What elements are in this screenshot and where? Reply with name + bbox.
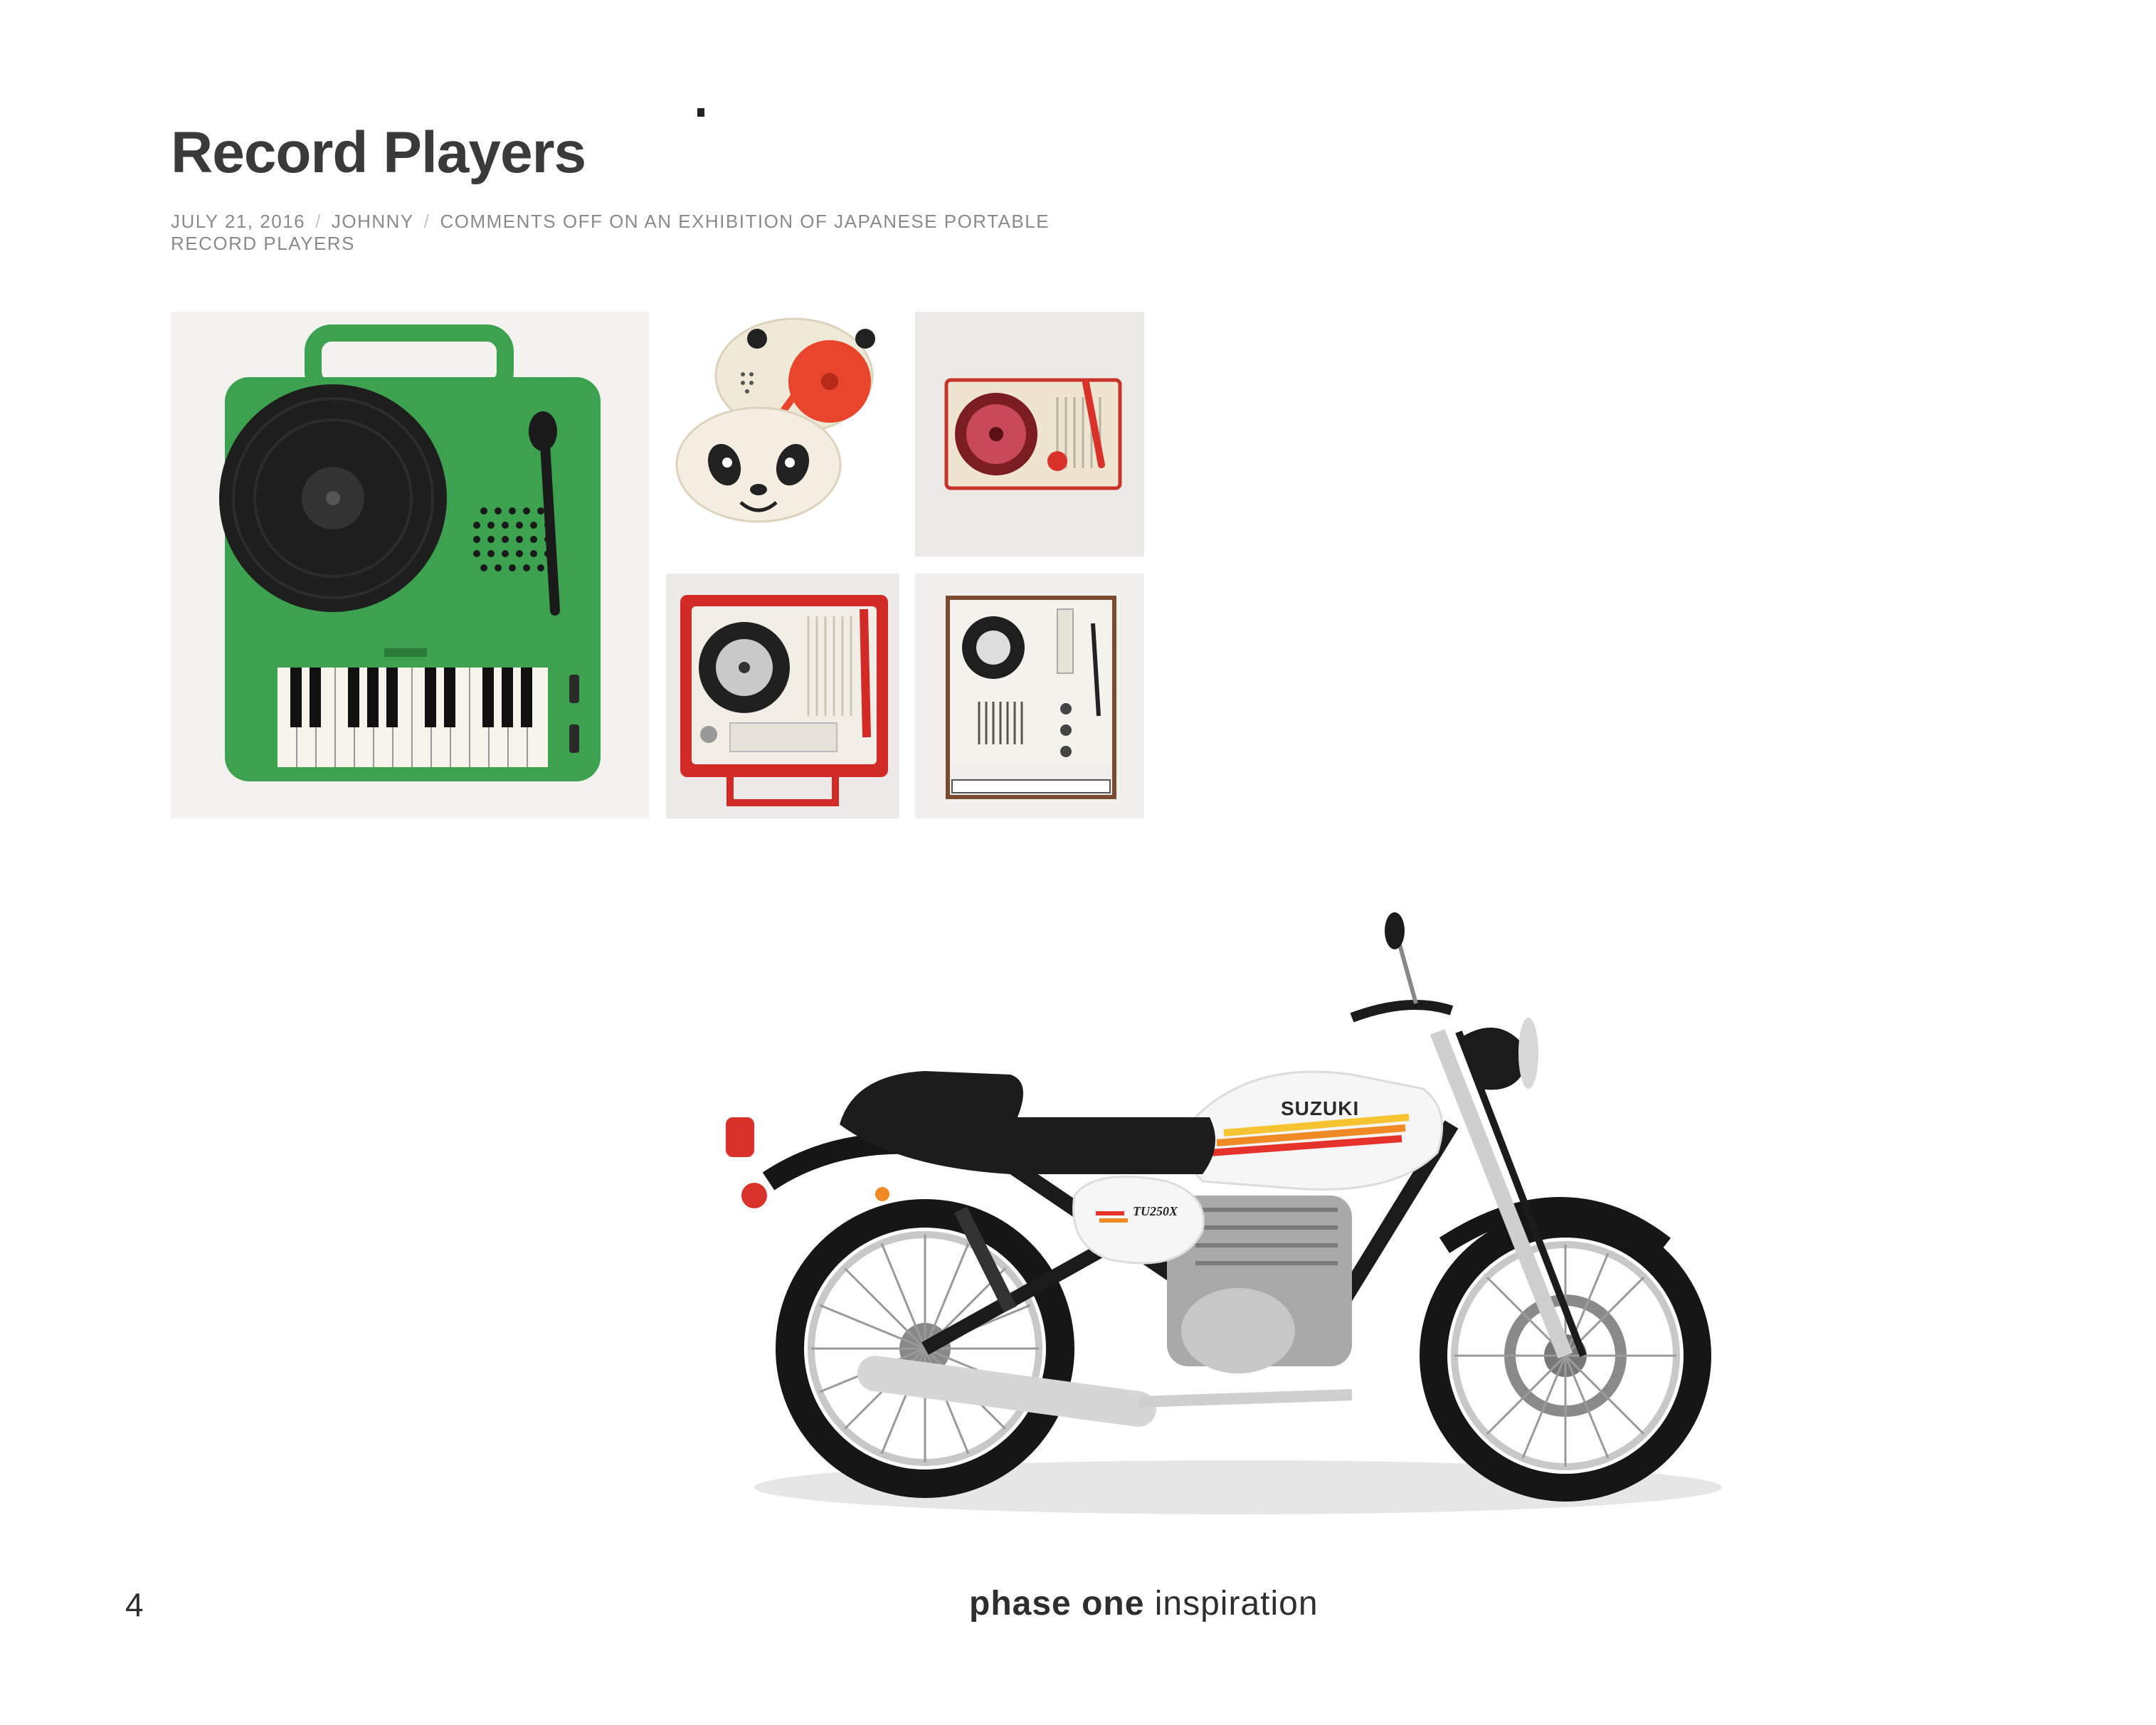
post-title[interactable]: Record Players bbox=[171, 120, 586, 186]
post-author[interactable]: JOHNNY bbox=[332, 211, 414, 232]
decorative-dot bbox=[697, 108, 704, 117]
gallery-image-panda-record-players[interactable] bbox=[666, 312, 899, 534]
gallery-image-red-record-player[interactable] bbox=[666, 574, 899, 818]
post-date[interactable]: JULY 21, 2016 bbox=[171, 211, 305, 232]
footer-title-bold: phase one bbox=[969, 1585, 1145, 1623]
footer-title-rest: inspiration bbox=[1154, 1585, 1319, 1623]
meta-separator: / bbox=[315, 211, 322, 232]
gallery-image-green-record-player[interactable] bbox=[171, 312, 649, 818]
post-meta: JULY 21, 2016/JOHNNY / COMMENTS OFF ON AN … bbox=[171, 211, 1117, 255]
motorcycle-model-label: TU250X bbox=[1133, 1204, 1178, 1218]
motorcycle-image: SUZUKI TU250X bbox=[712, 911, 1750, 1537]
motorcycle-brand-label: SUZUKI bbox=[1281, 1097, 1360, 1119]
gallery-image-wood-record-player[interactable] bbox=[915, 574, 1144, 818]
page-number: 4 bbox=[125, 1586, 144, 1623]
meta-separator: / bbox=[423, 211, 430, 232]
footer-title: phase one inspiration bbox=[969, 1584, 1319, 1623]
gallery-image-red-platter-record-player[interactable] bbox=[915, 312, 1144, 556]
